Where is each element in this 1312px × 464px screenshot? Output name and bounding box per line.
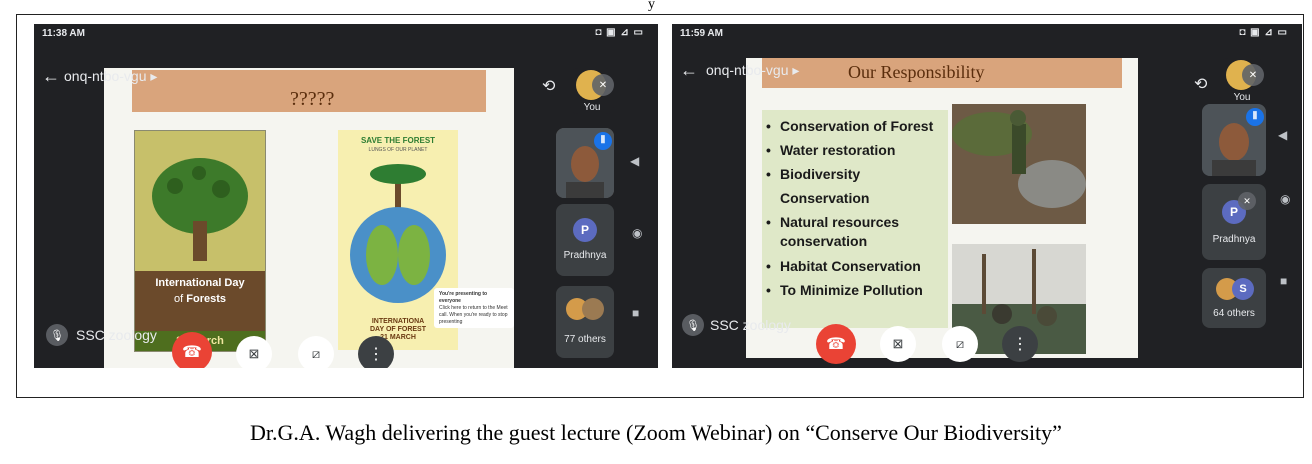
speaking-indicator-icon: ⦀ <box>1246 108 1264 126</box>
poster-right-bottom-line3: 21 MARCH <box>380 334 416 341</box>
status-bar: 11:59 AM ◘ ▣ ⊿ ▭ <box>672 24 1302 44</box>
status-icons: ◘ ▣ ⊿ ▭ <box>595 27 644 38</box>
back-arrow-icon[interactable]: ← <box>680 60 698 81</box>
others-tile[interactable]: 77 others <box>556 286 614 358</box>
participant-avatar: P <box>573 218 597 242</box>
poster-left-title: International Day <box>155 277 245 289</box>
participant-name: Pradhnya <box>563 250 607 261</box>
switch-camera-icon[interactable]: ⟲ <box>1194 74 1207 94</box>
nav-recents-icon[interactable]: ■ <box>632 306 639 320</box>
meet-screenshot-2: 11:59 AM ◘ ▣ ⊿ ▭ Our Responsibility Cons… <box>672 24 1302 368</box>
participant-tile-pradhnya[interactable]: P Pradhnya <box>556 204 614 276</box>
status-time: 11:38 AM <box>42 28 85 39</box>
end-call-button[interactable]: ☎ <box>816 324 856 364</box>
participant-name: Pradhnya <box>1212 234 1256 245</box>
meeting-code[interactable]: onq-ntbo-vgu ▸ <box>706 62 799 79</box>
speaking-indicator-icon: ⦀ <box>594 132 612 150</box>
meeting-code-text: onq-ntbo-vgu <box>64 68 147 84</box>
others-avatar-2 <box>582 298 604 320</box>
status-icons: ◘ ▣ ⊿ ▭ <box>1239 27 1288 38</box>
self-mic-off-icon: ✕ <box>592 74 614 96</box>
poster-left-sub: of Forests <box>135 293 265 305</box>
bullet-item: Natural resources conservation <box>766 213 948 251</box>
others-avatar-2: S <box>1232 278 1254 300</box>
nav-home-icon[interactable]: ◉ <box>632 226 642 240</box>
self-view-tile: ✕ You <box>1220 58 1264 104</box>
presenter-mic-off-icon: 🎙 <box>46 324 68 346</box>
bullet-item: Water restoration <box>766 138 948 162</box>
speaker-tile[interactable]: ⦀ <box>556 128 614 198</box>
notif-line2: Click here to return to the Meet call. W… <box>439 305 508 325</box>
mic-off-button[interactable]: ⧄ <box>942 326 978 362</box>
presenter-name: SSC zoology <box>710 317 791 333</box>
self-label: You <box>583 102 601 113</box>
nav-home-icon[interactable]: ◉ <box>1280 192 1290 206</box>
status-time: 11:59 AM <box>680 28 723 39</box>
camera-off-button[interactable]: ⊠ <box>236 336 272 368</box>
self-label: You <box>1233 92 1251 103</box>
presentation-slide: Our Responsibility Conservation of Fores… <box>746 58 1138 358</box>
nav-back-icon[interactable]: ◀ <box>1278 128 1287 142</box>
nav-recents-icon[interactable]: ■ <box>1280 274 1287 288</box>
poster-left-sub-bold: Forests <box>186 293 226 305</box>
tree-illustration <box>152 158 248 261</box>
poster-right-title: SAVE THE FOREST <box>360 136 436 145</box>
presenting-notification[interactable]: You're presenting to everyone Click here… <box>434 288 514 328</box>
figure-caption: Dr.G.A. Wagh delivering the guest lectur… <box>250 420 1062 445</box>
slide-title: ????? <box>290 88 335 110</box>
presenter-name: SSC zoology <box>76 327 157 343</box>
photo-fire-forest <box>952 104 1086 224</box>
poster-international-day-of-forests: International Day of Forests 21 March <box>134 130 266 352</box>
back-arrow-icon[interactable]: ← <box>42 66 60 87</box>
notif-line1: You're presenting to everyone <box>439 291 488 304</box>
camera-off-button[interactable]: ⊠ <box>880 326 916 362</box>
meeting-code-text: onq-ntbo-vgu <box>706 62 789 78</box>
meet-screenshot-1: 11:38 AM ◘ ▣ ⊿ ▭ ????? International Day… <box>34 24 658 368</box>
end-call-button[interactable]: ☎ <box>172 332 212 368</box>
presentation-slide: ????? International Day of Forests 21 Ma… <box>104 68 514 368</box>
others-label: 77 others <box>564 334 606 345</box>
top-cut-text: y <box>648 0 655 12</box>
others-tile[interactable]: S 64 others <box>1202 268 1266 328</box>
bullet-item: Conservation of Forest <box>766 114 948 138</box>
more-options-button[interactable]: ⋮ <box>1002 326 1038 362</box>
presenter-mic-off-icon: 🎙 <box>682 314 704 336</box>
switch-camera-icon[interactable]: ⟲ <box>542 76 555 96</box>
speaker-tile[interactable]: ⦀ <box>1202 104 1266 176</box>
mic-off-button[interactable]: ⧄ <box>298 336 334 368</box>
status-bar: 11:38 AM ◘ ▣ ⊿ ▭ <box>34 24 658 44</box>
bullet-item: Biodiversity Conservation <box>766 162 948 210</box>
nav-back-icon[interactable]: ◀ <box>630 154 639 168</box>
meeting-code[interactable]: onq-ntbo-vgu ▸ <box>64 68 157 85</box>
participant-mic-off-icon: ✕ <box>1238 192 1256 210</box>
self-view-tile: ✕ You <box>570 68 614 114</box>
participant-tile-pradhnya[interactable]: P ✕ Pradhnya <box>1202 184 1266 260</box>
self-mic-off-icon: ✕ <box>1242 64 1264 86</box>
poster-right-sub: LUNGS OF OUR PLANET <box>368 147 428 153</box>
slide-title: Our Responsibility <box>848 62 985 82</box>
more-options-button[interactable]: ⋮ <box>358 336 394 368</box>
bullet-item: Habitat Conservation <box>766 254 948 278</box>
others-label: 64 others <box>1213 308 1255 319</box>
bullet-list: Conservation of Forest Water restoration… <box>766 114 948 302</box>
bullet-item: To Minimize Pollution <box>766 278 948 302</box>
poster-left-sub-plain: of <box>174 293 184 305</box>
